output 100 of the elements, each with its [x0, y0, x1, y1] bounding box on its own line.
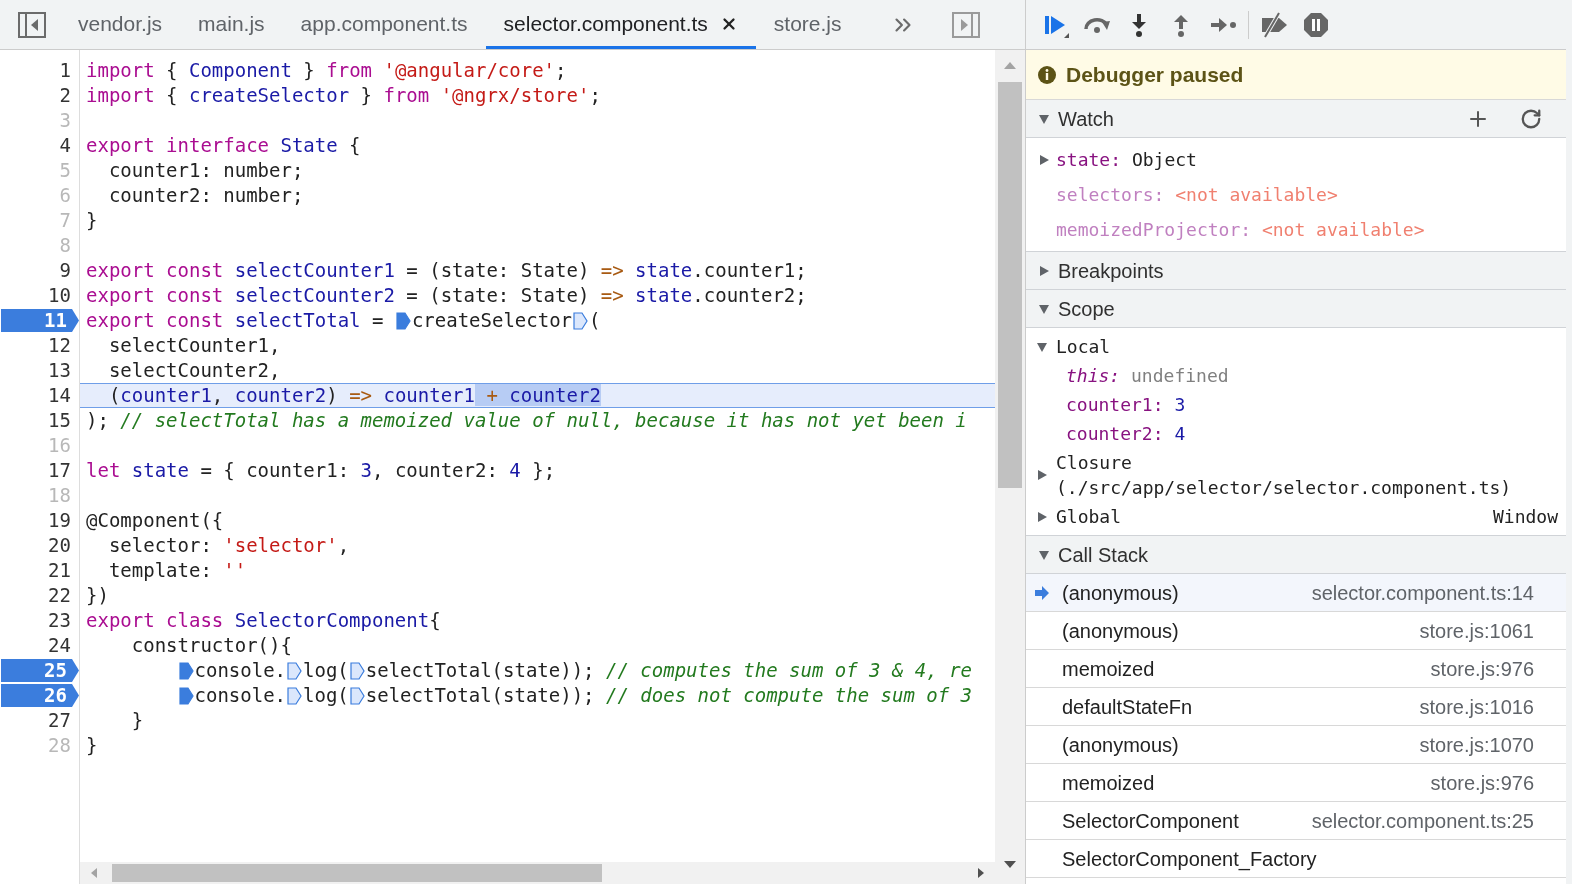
frame-function: (anonymous)	[1062, 618, 1180, 644]
section-header[interactable]: Call Stack	[1026, 536, 1566, 574]
section-header[interactable]: Breakpoints	[1026, 252, 1566, 290]
call-frame[interactable]: SelectorComponent_Factory	[1026, 840, 1566, 878]
line-number[interactable]: 17	[48, 458, 79, 483]
section-title: Call Stack	[1058, 542, 1150, 568]
section-header[interactable]: Scope	[1026, 290, 1566, 328]
frame-location[interactable]: store.js:1070	[1419, 729, 1534, 760]
watch-expression[interactable]: state: Object	[1056, 146, 1197, 173]
frame-location[interactable]: selector.component.ts:14	[1311, 577, 1534, 608]
call-frame[interactable]: memoized store.js:976	[1026, 650, 1566, 688]
collapse-triangle-icon[interactable]	[1038, 548, 1050, 561]
line-number[interactable]: 23	[48, 608, 79, 633]
file-tab[interactable]: vendor.js	[60, 2, 181, 49]
code-text: export const selectCounter2 = (state: State) => state.counter2;	[86, 284, 807, 307]
code-text: selector: 'selector',	[107, 534, 350, 557]
line-number[interactable]: 19	[48, 508, 79, 533]
line-number[interactable]: 22	[48, 583, 79, 608]
code-text: (	[589, 309, 601, 332]
code-text: counter2: number;	[107, 184, 304, 207]
scope-path: (./src/app/selector/selector.component.ts)	[1056, 476, 1513, 500]
line-number[interactable]: 20	[48, 533, 79, 558]
breakpoint-marker-icon[interactable]	[178, 686, 194, 705]
code-text: export class SelectorComponent{	[86, 609, 441, 632]
code-text: let state = { counter1: 3, counter2: 4 };	[86, 459, 556, 482]
paused-message: Debugger paused	[1066, 61, 1244, 88]
line-number[interactable]: 10	[48, 283, 79, 308]
frame-function: (anonymous)	[1062, 580, 1180, 606]
code-text: selectTotal(state)); // does not compute the sum of 3	[365, 684, 973, 707]
scope-title[interactable]: Local	[1056, 334, 1558, 359]
code-text: log(	[303, 684, 349, 707]
refresh-icon[interactable]	[1520, 107, 1542, 130]
breakpoint-marker-icon[interactable]	[395, 311, 411, 330]
code-text: }	[130, 709, 144, 732]
breakpoint-marker-icon[interactable]	[349, 686, 365, 705]
horizontal-scrollbar[interactable]	[80, 862, 995, 884]
line-number[interactable]: 15	[48, 408, 79, 433]
scope-title[interactable]: Closure	[1056, 450, 1558, 475]
expand-triangle-icon[interactable]	[1036, 469, 1048, 481]
file-tab[interactable]: selector.component.ts	[485, 2, 756, 49]
file-tab[interactable]: store.js	[755, 2, 860, 49]
line-number[interactable]: 1	[59, 58, 79, 83]
line-number[interactable]: 11	[1, 309, 79, 332]
scope-title[interactable]: Global	[1056, 504, 1485, 529]
section-header[interactable]: Watch	[1026, 100, 1566, 138]
line-number[interactable]: 26	[1, 684, 79, 707]
file-tab[interactable]: app.component.ts	[282, 2, 486, 49]
expand-triangle-icon[interactable]	[1038, 264, 1050, 277]
line-number[interactable]: 21	[48, 558, 79, 583]
code-text: import { createSelector } from '@ngrx/store';	[86, 84, 601, 107]
code-text: console.	[194, 684, 286, 707]
call-frame[interactable]: (anonymous) selector.component.ts:14	[1026, 574, 1566, 612]
line-number[interactable]: 2	[59, 83, 79, 108]
collapse-triangle-icon[interactable]	[1038, 302, 1050, 315]
line-number[interactable]: 13	[48, 358, 79, 383]
code-text: export const selectTotal =	[86, 309, 385, 332]
call-frame[interactable]: defaultStateFn store.js:1016	[1026, 688, 1566, 726]
breakpoint-marker-icon[interactable]	[573, 311, 589, 330]
frame-function: memoized	[1062, 770, 1156, 796]
breakpoint-marker-icon[interactable]	[178, 661, 194, 680]
frame-location[interactable]: store.js:1016	[1419, 691, 1534, 722]
file-tab[interactable]: main.js	[180, 2, 283, 49]
line-number[interactable]: 27	[48, 708, 79, 733]
sidebar-toggle-icon[interactable]	[18, 12, 46, 38]
code-text: selectCounter2,	[107, 359, 281, 382]
sidebar-toggle-icon[interactable]	[951, 12, 980, 38]
code-text: import { Component } from '@angular/core';	[86, 59, 567, 82]
call-frame[interactable]: (anonymous) store.js:1070	[1026, 726, 1566, 764]
collapse-triangle-icon[interactable]	[1036, 340, 1048, 353]
collapse-triangle-icon[interactable]	[1038, 112, 1050, 125]
section-title: Scope	[1058, 296, 1116, 322]
call-frame[interactable]: memoized store.js:976	[1026, 764, 1566, 802]
line-number[interactable]: 25	[1, 659, 79, 682]
line-number[interactable]: 4	[59, 133, 79, 158]
frame-function: SelectorComponent_Factory	[1062, 846, 1318, 873]
line-number[interactable]: 24	[48, 633, 79, 658]
frame-location[interactable]: store.js:976	[1430, 767, 1534, 798]
line-number[interactable]: 12	[48, 333, 79, 358]
line-number[interactable]: 9	[59, 258, 79, 283]
line-number[interactable]: 14	[48, 383, 79, 408]
expand-triangle-icon[interactable]	[1038, 153, 1050, 166]
frame-location[interactable]: selector.component.ts:25	[1311, 805, 1534, 836]
expand-triangle-icon[interactable]	[1036, 510, 1048, 523]
breakpoint-marker-icon[interactable]	[287, 686, 302, 705]
breakpoint-marker-icon[interactable]	[349, 661, 365, 680]
vertical-scrollbar[interactable]	[995, 50, 1025, 884]
scroll-down-icon[interactable]	[1003, 860, 1017, 870]
frame-function: defaultStateFn	[1062, 694, 1194, 720]
code-text: console.	[194, 659, 286, 682]
frame-location[interactable]: store.js:1061	[1419, 615, 1534, 646]
code-text: (counter1, counter2) => counter1 + counter2	[107, 384, 601, 407]
current-frame-arrow-icon	[1034, 584, 1050, 601]
code-text: })	[86, 584, 109, 607]
code-text: selectCounter1,	[107, 334, 281, 357]
frame-location[interactable]: store.js:976	[1430, 653, 1534, 684]
section-title: Watch	[1058, 106, 1115, 132]
breakpoint-marker-icon[interactable]	[287, 661, 302, 680]
call-frame[interactable]: (anonymous) store.js:1061	[1026, 612, 1566, 650]
call-frame[interactable]: SelectorComponent selector.component.ts:25	[1026, 802, 1566, 840]
code-text: log(	[303, 659, 349, 682]
